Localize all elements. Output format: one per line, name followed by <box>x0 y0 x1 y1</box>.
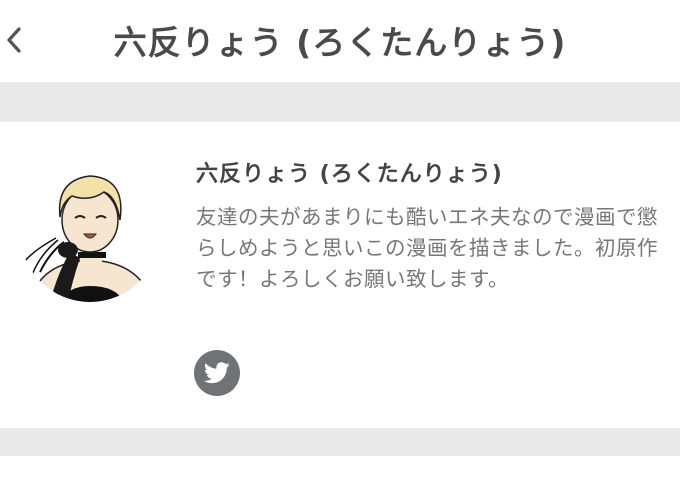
section-divider-top <box>0 82 680 122</box>
top-bar: 六反りょう (ろくたんりょう) <box>0 0 680 82</box>
author-avatar[interactable] <box>20 162 160 302</box>
author-bio: 友達の夫があまりにも酷いエネ夫なので漫画で懲らしめようと思いこの漫画を描きました… <box>196 205 658 291</box>
author-profile-card: 六反りょう (ろくたんりょう) 友達の夫があまりにも酷いエネ夫なので漫画で懲らし… <box>0 122 680 428</box>
section-divider-bottom <box>0 428 680 456</box>
page-title: 六反りょう (ろくたんりょう) <box>113 23 567 62</box>
twitter-link-button[interactable] <box>194 350 240 396</box>
twitter-icon <box>204 362 230 384</box>
author-name: 六反りょう (ろくたんりょう) <box>196 162 503 187</box>
